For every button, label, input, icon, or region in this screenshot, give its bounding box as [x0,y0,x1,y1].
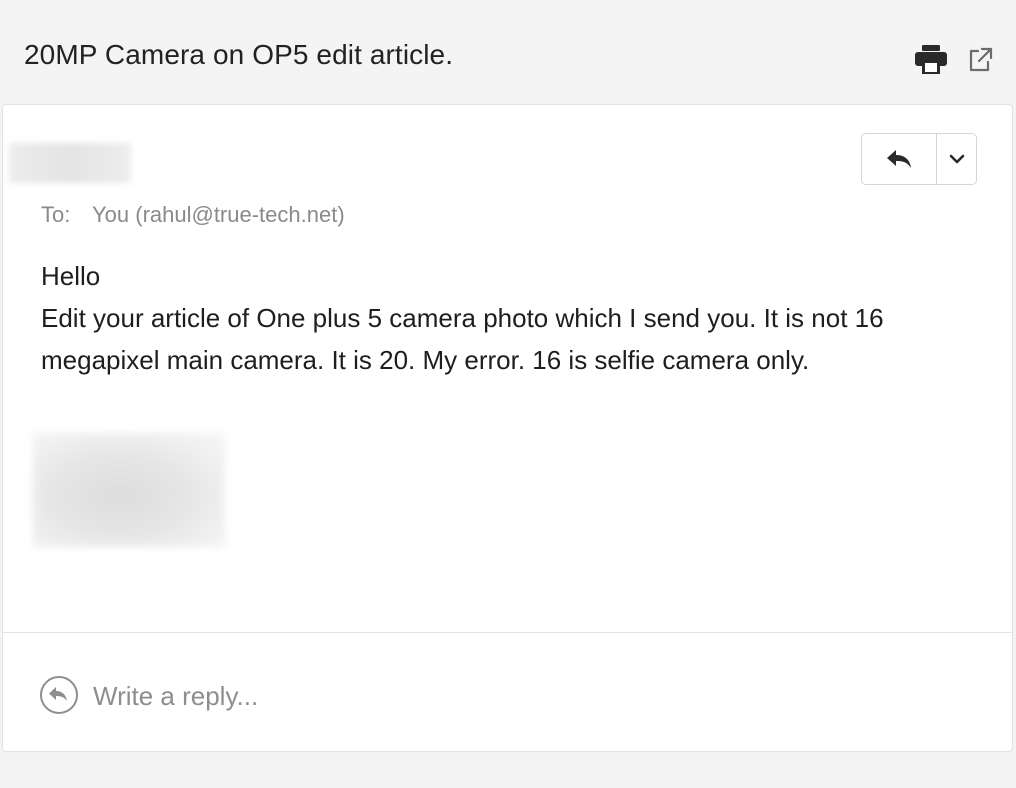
print-icon[interactable] [914,44,948,76]
reply-placeholder: Write a reply... [93,681,259,711]
recipient-line: To: You (rahul@true-tech.net) [41,201,345,229]
message-card: To: You (rahul@true-tech.net) Hello Edit … [2,104,1013,752]
reply-options-dropdown[interactable] [937,134,976,184]
to-label: To: [41,202,71,227]
reply-button[interactable] [862,134,937,184]
recipient-value: You (rahul@true-tech.net) [92,202,345,227]
body-line: megapixel main camera. It is 20. My erro… [41,345,810,375]
message-body: Hello Edit your article of One plus 5 ca… [41,255,981,381]
reply-button-group [861,133,977,185]
reply-arrow-icon [887,150,911,168]
signature-redacted [33,433,225,547]
body-line: Edit your article of One plus 5 camera p… [41,303,884,333]
message-subject: 20MP Camera on OP5 edit article. [24,39,454,70]
body-line: Hello [41,261,101,291]
chevron-down-icon [949,154,964,164]
popout-icon[interactable] [966,46,994,74]
message-header: 20MP Camera on OP5 edit article. [0,0,1016,104]
sender-name-redacted [9,143,131,183]
reply-circle-icon [40,676,78,714]
reply-input[interactable]: Write a reply... [3,633,1012,751]
